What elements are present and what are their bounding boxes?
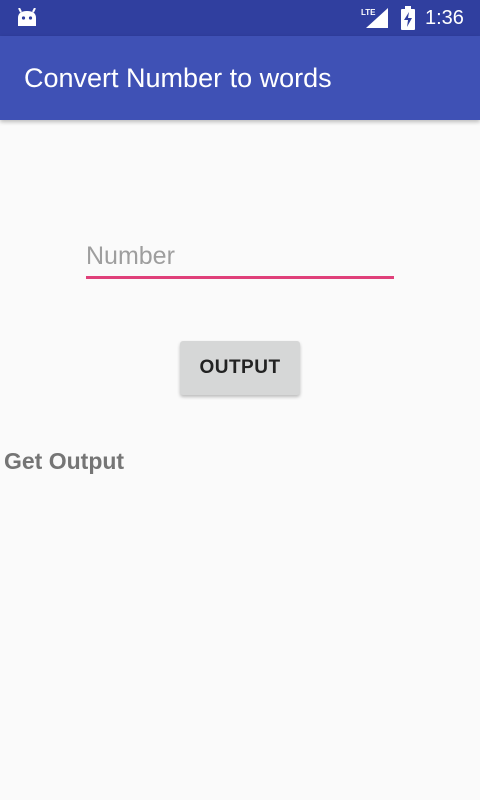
lte-signal-icon: LTE [361, 8, 388, 28]
output-button[interactable]: OUTPUT [180, 341, 300, 395]
status-bar: LTE 1:36 [0, 0, 480, 36]
android-icon [18, 8, 36, 26]
status-time: 1:36 [425, 7, 464, 29]
output-result-text: Get Output [4, 448, 125, 474]
number-input[interactable] [86, 236, 394, 279]
app-bar: Convert Number to words [0, 36, 480, 120]
network-type-label: LTE [361, 8, 376, 17]
app-title: Convert Number to words [24, 63, 332, 93]
number-field [86, 236, 394, 280]
battery-charging-icon [401, 6, 415, 30]
